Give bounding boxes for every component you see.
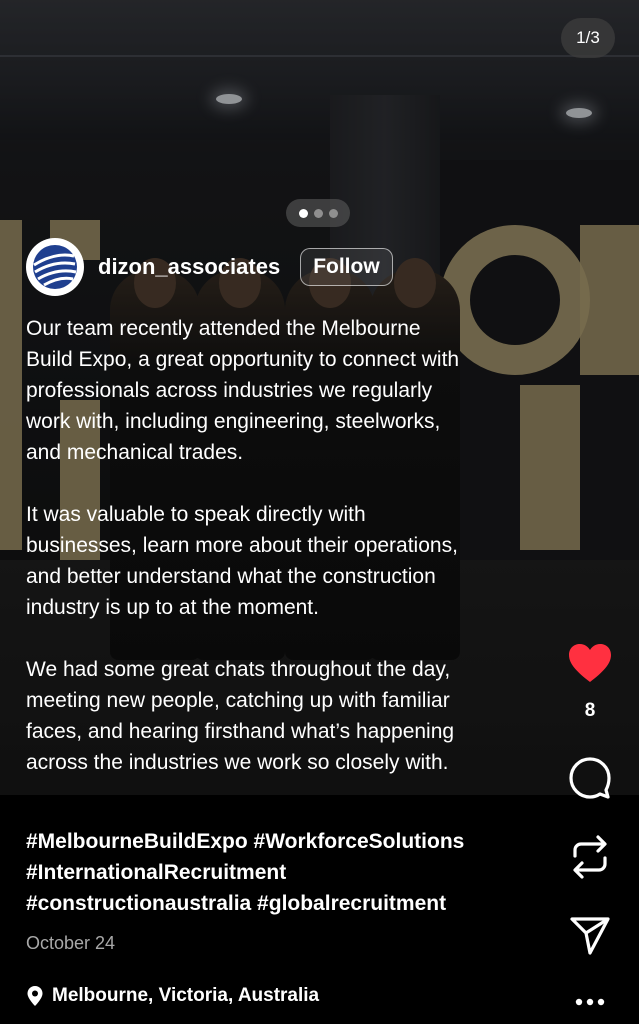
globe-logo-icon bbox=[33, 245, 77, 289]
share-icon bbox=[570, 917, 610, 955]
caption-paragraph: We had some great chats throughout the d… bbox=[26, 658, 455, 774]
location-label: Melbourne, Victoria, Australia bbox=[52, 985, 320, 1006]
carousel-dot bbox=[313, 208, 323, 218]
share-button[interactable] bbox=[568, 914, 612, 958]
like-button[interactable] bbox=[566, 640, 614, 686]
reel-post-screen: 1/3 dizon_associates Follow Our team rec… bbox=[0, 0, 639, 1024]
comment-icon bbox=[569, 757, 611, 799]
like-count[interactable]: 8 bbox=[569, 700, 611, 722]
repost-icon bbox=[573, 835, 607, 879]
post-author: dizon_associates Follow bbox=[26, 238, 393, 296]
post-location[interactable]: Melbourne, Victoria, Australia bbox=[26, 985, 319, 1007]
caption-paragraph: Our team recently attended the Melbourne… bbox=[26, 317, 460, 464]
post-caption: Our team recently attended the Melbourne… bbox=[26, 313, 546, 809]
comment-button[interactable] bbox=[568, 756, 612, 800]
more-button[interactable] bbox=[572, 990, 608, 1014]
follow-button[interactable]: Follow bbox=[300, 248, 393, 286]
carousel-counter: 1/3 bbox=[561, 18, 615, 58]
author-username[interactable]: dizon_associates bbox=[98, 254, 280, 280]
carousel-dot bbox=[298, 208, 308, 218]
caption-hashtags[interactable]: #MelbourneBuildExpo #WorkforceSolutions … bbox=[26, 826, 464, 919]
more-icon bbox=[575, 998, 605, 1006]
post-date: October 24 bbox=[26, 933, 116, 953]
location-pin-icon bbox=[27, 986, 43, 1006]
carousel-indicator bbox=[286, 199, 350, 227]
repost-button[interactable] bbox=[567, 833, 613, 881]
caption-paragraph: It was valuable to speak directly with b… bbox=[26, 503, 458, 619]
avatar[interactable] bbox=[26, 238, 84, 296]
heart-icon bbox=[569, 644, 611, 682]
carousel-dot bbox=[328, 208, 338, 218]
